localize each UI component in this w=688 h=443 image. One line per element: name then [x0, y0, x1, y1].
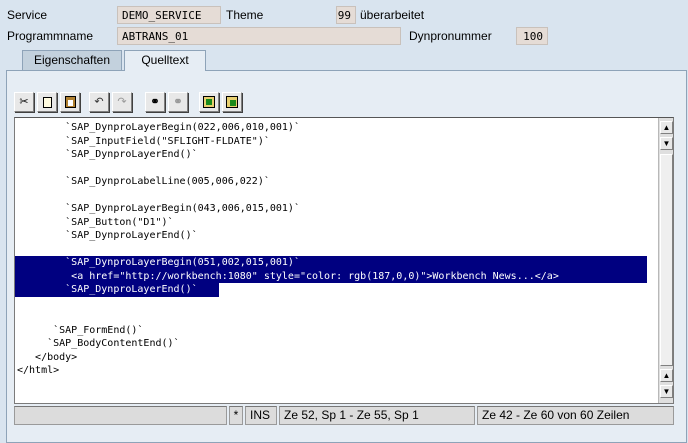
scroll-up-button[interactable]: ▼	[660, 137, 673, 150]
download-icon	[226, 96, 238, 108]
find-next-button[interactable]: ⚭	[168, 92, 188, 112]
arrow-down-icon: ▼	[662, 387, 671, 396]
cut-button[interactable]: ✂	[14, 92, 34, 112]
paste-button[interactable]	[60, 92, 80, 112]
code-line-selected: `SAP_DynproLayerEnd()`	[15, 283, 219, 297]
code-area[interactable]: `SAP_DynproLayerBegin(022,006,010,001)` …	[15, 118, 658, 403]
tab-quelltext[interactable]: Quelltext	[124, 50, 206, 71]
scissors-icon: ✂	[19, 95, 29, 108]
download-button[interactable]	[222, 92, 242, 112]
code-line: `SAP_FormEnd()`	[17, 324, 144, 336]
service-label: Service	[7, 8, 48, 22]
line-info: Ze 42 - Ze 60 von 60 Zeilen	[477, 406, 674, 425]
theme-label: Theme	[226, 8, 264, 22]
tab-eigenschaften[interactable]: Eigenschaften	[22, 50, 122, 70]
modified-marker: *	[229, 406, 243, 425]
code-line: </html>	[17, 365, 60, 376]
code-line: `SAP_InputField("SFLIGHT-FLDATE")`	[17, 135, 270, 147]
code-line: `SAP_DynproLayerEnd()`	[17, 230, 198, 241]
status-text: überarbeitet	[360, 8, 425, 22]
code-line: `SAP_Button("D1")`	[17, 216, 174, 228]
arrow-up-icon: ▲	[662, 123, 671, 132]
copy-button[interactable]	[37, 92, 57, 112]
upload-icon	[203, 96, 215, 108]
dynpronummer-label: Dynpronummer	[409, 29, 492, 43]
arrow-up-icon: ▲	[662, 371, 671, 380]
code-line: `SAP_DynproLayerEnd()`	[17, 149, 198, 160]
programmname-label: Programmname	[7, 29, 94, 43]
code-line: </body>	[17, 351, 78, 363]
new-page-icon	[42, 96, 52, 108]
code-line: `SAP_DynproLayerBegin(022,006,010,001)`	[17, 122, 300, 133]
code-line-selected: <a href="http://workbench:1080" style="c…	[15, 269, 647, 283]
clipboard-icon	[64, 96, 76, 108]
scroll-top-button[interactable]: ▲	[660, 121, 673, 134]
redo-button[interactable]: ↷	[112, 92, 132, 112]
code-line: `SAP_DynproLayerBegin(043,006,015,001)`	[17, 203, 300, 214]
binoculars-next-icon: ⚭	[173, 95, 183, 108]
code-line-selected: `SAP_DynproLayerBegin(051,002,015,001)`	[15, 256, 647, 270]
binoculars-icon: ⚭	[150, 95, 160, 108]
undo-icon: ↶	[94, 95, 104, 108]
source-editor[interactable]: `SAP_DynproLayerBegin(022,006,010,001)` …	[14, 117, 674, 404]
scroll-thumb[interactable]	[660, 154, 673, 366]
redo-icon: ↷	[117, 95, 127, 108]
service-field[interactable]: DEMO_SERVICE	[117, 6, 221, 24]
arrow-down-icon: ▼	[662, 139, 671, 148]
status-field-empty	[14, 406, 227, 425]
code-line: `SAP_BodyContentEnd()`	[17, 338, 180, 349]
vertical-scrollbar[interactable]: ▲ ▼ ▲ ▼	[658, 118, 673, 403]
programmname-field[interactable]: ABTRANS_01	[117, 27, 401, 45]
undo-button[interactable]: ↶	[89, 92, 109, 112]
upload-button[interactable]	[199, 92, 219, 112]
scroll-down-button[interactable]: ▲	[660, 369, 673, 382]
selection-range: Ze 52, Sp 1 - Ze 55, Sp 1	[279, 406, 475, 425]
insert-mode: INS	[245, 406, 277, 425]
find-button[interactable]: ⚭	[145, 92, 165, 112]
dynpronummer-field[interactable]: 100	[516, 27, 548, 45]
scroll-bottom-button[interactable]: ▼	[660, 385, 673, 398]
code-line: `SAP_DynproLabelLine(005,006,022)`	[17, 176, 270, 187]
